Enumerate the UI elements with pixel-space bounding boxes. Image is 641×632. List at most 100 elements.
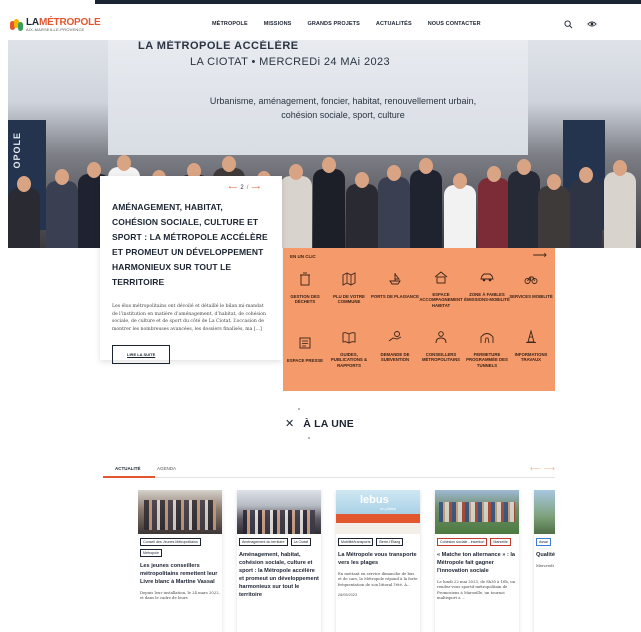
hero-article-card: ⟵ 2 / ⟶ AMÉNAGEMENT, HABITAT, COHÉSION S… <box>100 176 282 364</box>
news-carousel: Conseil des Jeunes Métropolitains Métrop… <box>138 490 555 632</box>
pager-separator: / <box>246 184 249 191</box>
news-card-tag[interactable]: Aménagement du territoire <box>239 538 288 546</box>
newspaper-icon <box>299 337 311 349</box>
arrow-right-icon[interactable]: ⟶ <box>533 250 547 261</box>
sparkle-icon: ✕ <box>285 417 295 430</box>
tab-actualite[interactable]: ACTUALITÉ <box>103 466 154 478</box>
eye-icon[interactable] <box>587 20 597 29</box>
news-card-date: 26/05/2023 <box>338 593 358 598</box>
nav-item-metropole[interactable]: MÉTROPOLE <box>212 21 248 27</box>
crowd-person-head <box>55 169 69 185</box>
lebus-logo: lebus <box>360 494 389 506</box>
crowd-person <box>478 178 510 248</box>
metropole-logo[interactable]: LAMÉTROPOLE AIX-MARSEILLE-PROVENCE <box>10 18 101 32</box>
news-card-excerpt: Mercredi prési Marseille nouvelle e <box>536 563 555 568</box>
section-header-une: ✕ À LA UNE <box>285 418 354 430</box>
crowd-person <box>280 176 312 248</box>
news-card[interactable]: lebus un plaisir Mobilité/transports Ber… <box>336 490 420 632</box>
quick-link-zfe[interactable]: ZONE À FAIBLES ÉMISSIONS-MOBILITÉ <box>463 270 511 303</box>
pager-prev-icon[interactable]: ⟵ <box>229 184 238 191</box>
hero-article-title[interactable]: AMÉNAGEMENT, HABITAT, COHÉSION SOCIALE, … <box>112 200 270 290</box>
quick-link-conseillers[interactable]: CONSEILLERS MÉTROPOLITAINS <box>417 330 465 363</box>
tab-agenda[interactable]: AGENDA <box>157 466 176 471</box>
hero-pager: ⟵ 2 / ⟶ <box>229 184 260 192</box>
nav-item-grands-projets[interactable]: GRANDS PROJETS <box>307 21 359 27</box>
news-card-excerpt: Depuis leur installation, le 24 mars 202… <box>140 590 220 601</box>
news-tabs: ACTUALITÉ AGENDA ⟵ ⟶ <box>103 464 555 478</box>
quick-link-label: SERVICES MOBILITÉ <box>509 294 553 299</box>
crowd-person <box>570 179 602 248</box>
book-icon <box>342 332 356 344</box>
map-icon <box>342 272 356 286</box>
news-card-tag[interactable]: Cohésion sociale - Insertion <box>437 538 488 546</box>
quick-link-habitat[interactable]: ESPACE ACCOMPAGNEMENT HABITAT <box>417 270 465 308</box>
crowd-person-head <box>222 156 236 172</box>
news-card[interactable]: Conseil des Jeunes Métropolitains Métrop… <box>138 490 222 632</box>
quick-link-gestion-dechets[interactable]: GESTION DES DÉCHETS <box>281 272 329 305</box>
quick-link-presse[interactable]: ESPACE PRESSE <box>281 336 329 363</box>
crowd-person-head <box>87 162 101 178</box>
news-card-title[interactable]: Aménagement, habitat, cohésion sociale, … <box>237 546 321 599</box>
nav-item-actualites[interactable]: ACTUALITÉS <box>376 21 412 27</box>
news-card-tag[interactable]: Mobilité/transports <box>338 538 374 546</box>
quick-link-label: ZONE À FAIBLES ÉMISSIONS-MOBILITÉ <box>464 292 510 303</box>
news-card-tag[interactable]: La Ciotat <box>290 538 311 546</box>
tunnel-icon <box>480 333 494 344</box>
crowd-person <box>346 184 378 248</box>
news-card-tag[interactable]: Assai <box>536 538 551 546</box>
crowd-person <box>604 172 636 248</box>
crowd-person-head <box>579 167 593 183</box>
house-icon <box>434 271 448 284</box>
quick-link-ports[interactable]: PORTS DE PLAISANCE <box>371 272 419 299</box>
news-card-tag[interactable]: Conseil des Jeunes Métropolitains <box>140 538 201 546</box>
people-icon <box>435 331 447 344</box>
quick-link-tunnels[interactable]: FERMETURE PROGRAMMÉE DES TUNNELS <box>463 330 511 368</box>
quick-link-mobilite[interactable]: SERVICES MOBILITÉ <box>507 272 555 299</box>
search-icon[interactable] <box>564 20 573 29</box>
quick-links-label: EN UN CLIC <box>290 254 316 259</box>
news-card-image <box>237 490 321 534</box>
news-card[interactable]: Assai Qualité « pour l d'épura Mercredi … <box>534 490 555 632</box>
news-card-title[interactable]: Qualité « pour l d'épura <box>534 546 555 559</box>
crowd-person-head <box>419 158 433 174</box>
hand-coin-icon <box>388 331 402 342</box>
quick-link-label: INFORMATIONS TRAVAUX <box>514 352 548 363</box>
news-card-title[interactable]: La Métropole vous transporte vers les pl… <box>336 546 420 567</box>
logo-subtitle: AIX-MARSEILLE-PROVENCE <box>26 27 85 32</box>
section-title: À LA UNE <box>303 418 355 430</box>
news-card-title[interactable]: « Matche ton alternance » : la Métropole… <box>435 546 519 575</box>
crowd-person-head <box>117 155 131 171</box>
news-card[interactable]: Cohésion sociale - Insertion Marseille «… <box>435 490 519 632</box>
quick-link-plu[interactable]: PLU DE VOTRE COMMUNE <box>325 272 373 305</box>
news-card-tag[interactable]: Métropole <box>140 549 162 557</box>
quick-link-label: GESTION DES DÉCHETS <box>290 294 320 305</box>
hero-article-excerpt: Les élus métropolitains ont dévoilé et d… <box>112 304 267 332</box>
header: LAMÉTROPOLE AIX-MARSEILLE-PROVENCE MÉTRO… <box>0 0 641 40</box>
decorative-dot <box>308 437 310 439</box>
carousel-arrows[interactable]: ⟵ ⟶ <box>530 464 555 473</box>
crowd-person-head <box>17 176 31 192</box>
quick-link-label: PORTS DE PLAISANCE <box>371 294 419 299</box>
crowd-person-head <box>453 173 467 189</box>
decorative-dot <box>298 408 300 410</box>
news-card[interactable]: Aménagement du territoire La Ciotat Amén… <box>237 490 321 632</box>
quick-link-travaux[interactable]: INFORMATIONS TRAVAUX <box>507 330 555 363</box>
nav-item-nous-contacter[interactable]: NOUS CONTACTER <box>428 21 481 27</box>
quick-link-guides[interactable]: GUIDES, PUBLICATIONS & RAPPORTS <box>325 330 373 368</box>
read-more-button[interactable]: LIRE LA SUITE <box>112 345 171 364</box>
crowd-person <box>508 171 540 248</box>
pager-next-icon[interactable]: ⟶ <box>251 184 260 191</box>
news-card-title[interactable]: Les jeunes conseillers métropolitains re… <box>138 557 222 586</box>
main-nav: MÉTROPOLE MISSIONS GRANDS PROJETS ACTUAL… <box>212 21 497 27</box>
news-card-tag[interactable]: Marseille <box>490 538 511 546</box>
news-card-tag[interactable]: Berre-l'Étang <box>376 538 404 546</box>
crowd-person-head <box>547 174 561 190</box>
news-card-image <box>534 490 555 534</box>
nav-item-missions[interactable]: MISSIONS <box>264 21 292 27</box>
crowd-person <box>538 186 570 248</box>
crowd-person-head <box>289 164 303 180</box>
quick-link-label: CONSEILLERS MÉTROPOLITAINS <box>421 352 461 363</box>
quick-links-panel: EN UN CLIC ⟶ GESTION DES DÉCHETS PLU DE … <box>283 248 555 391</box>
hero-screen-subtitle: LA CIOTAT • MERCREDi 24 MAi 2023 <box>190 56 391 68</box>
quick-link-subvention[interactable]: DEMANDE DE SUBVENTION <box>371 330 419 363</box>
